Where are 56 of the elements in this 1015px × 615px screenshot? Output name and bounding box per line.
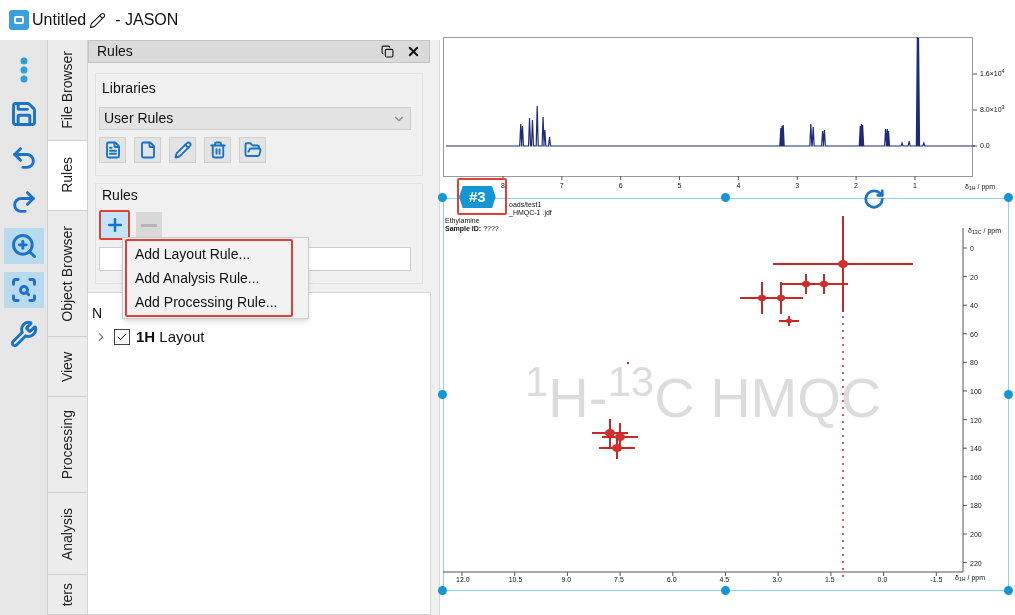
resize-handle[interactable] [721,586,730,595]
pencil-icon [173,141,192,159]
panel-title: Rules [97,42,134,61]
app-name: - JASON [115,10,179,30]
file-icon [138,141,157,159]
icon-button[interactable] [134,137,161,163]
icon-button[interactable] [99,137,126,163]
group-label: Rules [102,186,139,205]
side-tab[interactable]: Processing [48,396,87,494]
resize-handle[interactable] [438,586,447,595]
library-select[interactable]: User Rules [99,107,411,130]
minus-icon [141,223,157,227]
add-button[interactable] [99,210,130,240]
resize-handle[interactable] [1004,586,1013,595]
window-title: Untitled [32,10,87,30]
icon-button[interactable] [239,137,266,163]
icon-button[interactable] [204,137,231,163]
cross-peak [591,418,629,448]
restore-icon[interactable] [381,45,394,58]
side-tab[interactable]: Analysis [48,493,87,576]
icon-button[interactable] [169,137,196,163]
zoom-icon [9,232,38,260]
checkbox[interactable] [114,329,130,345]
dots-icon [19,57,28,83]
document-icon [103,141,122,159]
side-tab[interactable]: ters [48,575,87,615]
pencil-icon [89,11,107,29]
highlight-box [457,178,507,215]
save-icon [9,100,38,128]
tools-icon [9,320,38,348]
app-logo-icon [9,10,29,30]
resize-handle[interactable] [721,193,730,202]
cross-peak [598,436,636,460]
side-tab[interactable]: Rules [48,141,87,211]
side-tab[interactable]: File Browser [48,40,87,142]
resize-handle[interactable] [438,193,447,202]
close-icon[interactable] [406,44,421,59]
tree-item-label[interactable]: 1H Layout [136,325,205,349]
menu-item[interactable]: Add Layout Rule... [127,242,291,266]
plot-badge: #3 [459,186,496,208]
resize-handle[interactable] [1004,193,1013,202]
menu-item[interactable]: Add Processing Rule... [127,290,291,314]
resize-handle[interactable] [1004,389,1013,399]
side-tab[interactable]: View [48,337,87,397]
toolbar-button[interactable] [3,272,44,308]
group-label: Libraries [102,79,157,98]
folder-icon [243,141,262,159]
trash-icon [208,141,227,159]
check-icon [116,331,128,343]
rotate-icon[interactable] [863,188,885,210]
resize-handle[interactable] [438,389,447,399]
toolbar-button[interactable] [3,228,44,264]
tree-header: N [92,305,103,321]
zoom-region-icon [9,276,38,304]
menu-item[interactable]: Add Analysis Rule... [127,266,291,290]
side-tab[interactable]: Object Browser [48,210,87,338]
